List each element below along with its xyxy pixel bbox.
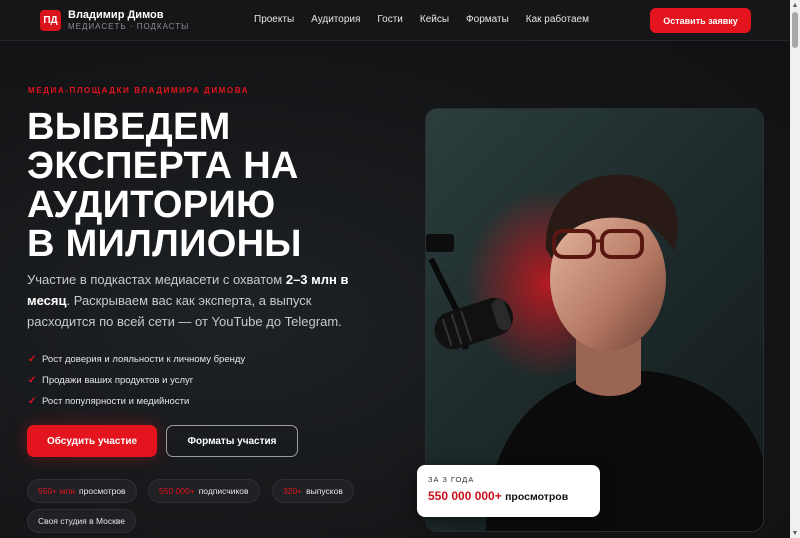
request-button[interactable]: Оставить заявку [650, 8, 751, 33]
site-header: ПД Владимир Димов МЕДИАСЕТЬ · ПОДКАСТЫ П… [0, 0, 790, 41]
nav-link-guests[interactable]: Гости [377, 14, 402, 25]
chip-number: 550+ млн [38, 486, 76, 496]
check-icon: ✓ [28, 354, 37, 365]
hero-title-line: ЭКСПЕРТА НА [27, 145, 299, 187]
nav-link-formats[interactable]: Форматы [466, 14, 509, 25]
nav-link-how-we-work[interactable]: Как работаем [526, 14, 589, 25]
views-stat-card: ЗА 3 ГОДА 550 000 000+ просмотров [417, 465, 600, 517]
benefit-item: ✓ Рост популярности и медийности [28, 391, 245, 412]
chip-number: 320+ [283, 486, 303, 496]
stat-unit: просмотров [505, 491, 569, 503]
nav-link-projects[interactable]: Проекты [254, 14, 294, 25]
hero-title: ВЫВЕДЕМ ЭКСПЕРТА НА АУДИТОРИЮ В МИЛЛИОНЫ [27, 108, 367, 264]
stat-card-label: ЗА 3 ГОДА [428, 475, 475, 484]
scroll-down-arrow-icon[interactable]: ▼ [791, 528, 799, 538]
brand-subtitle: МЕДИАСЕТЬ · ПОДКАСТЫ [68, 22, 190, 31]
benefit-item: ✓ Продажи ваших продуктов и услуг [28, 370, 245, 391]
benefit-item: ✓ Рост доверия и лояльности к личному бре… [28, 349, 245, 370]
scroll-thumb[interactable] [792, 12, 798, 48]
nav-link-cases[interactable]: Кейсы [420, 14, 449, 25]
chip-text: подписчиков [198, 486, 249, 496]
stat-card-value: 550 000 000+ просмотров [428, 489, 568, 503]
stat-number: 550 000 000+ [428, 489, 502, 503]
hero-lead: Участие в подкастах медиасети с охватом … [27, 269, 367, 332]
stat-chip-views: 550+ млн просмотров [27, 479, 137, 503]
benefits-list: ✓ Рост доверия и лояльности к личному бре… [28, 349, 245, 412]
stat-chip-episodes: 320+ выпусков [272, 479, 354, 503]
stat-chip-studio: Своя студия в Москве [27, 509, 137, 533]
chip-number: 550 000+ [159, 486, 195, 496]
benefit-text: Рост популярности и медийности [42, 396, 190, 407]
hero-title-line: В МИЛЛИОНЫ [27, 223, 302, 265]
page: ПД Владимир Димов МЕДИАСЕТЬ · ПОДКАСТЫ П… [0, 0, 790, 538]
brand-name[interactable]: Владимир Димов [68, 9, 164, 21]
nav-link-audience[interactable]: Аудитория [311, 14, 360, 25]
page-scrollbar[interactable]: ▲ ▼ [790, 0, 800, 538]
discuss-participation-button[interactable]: Обсудить участие [27, 425, 157, 457]
main-nav: Проекты Аудитория Гости Кейсы Форматы Ка… [254, 14, 606, 25]
benefit-text: Продажи ваших продуктов и услуг [42, 375, 194, 386]
check-icon: ✓ [28, 396, 37, 407]
hero-eyebrow: МЕДИА-ПЛОЩАДКИ ВЛАДИМИРА ДИМОВА [28, 86, 250, 95]
stat-chip-subscribers: 550 000+ подписчиков [148, 479, 260, 503]
lead-text: . Раскрываем вас как эксперта, а выпуск … [27, 293, 342, 329]
scroll-up-arrow-icon[interactable]: ▲ [791, 0, 799, 10]
check-icon: ✓ [28, 375, 37, 386]
chip-text: выпусков [306, 486, 343, 496]
chip-text: Своя студия в Москве [38, 516, 126, 526]
lead-text: Участие в подкастах медиасети с охватом [27, 272, 286, 287]
hero-title-line: ВЫВЕДЕМ [27, 106, 231, 148]
benefit-text: Рост доверия и лояльности к личному брен… [42, 354, 246, 365]
hero-title-line: АУДИТОРИЮ [27, 184, 276, 226]
participation-formats-button[interactable]: Форматы участия [166, 425, 298, 457]
logo-mark[interactable]: ПД [40, 10, 61, 31]
chip-text: просмотров [79, 486, 126, 496]
